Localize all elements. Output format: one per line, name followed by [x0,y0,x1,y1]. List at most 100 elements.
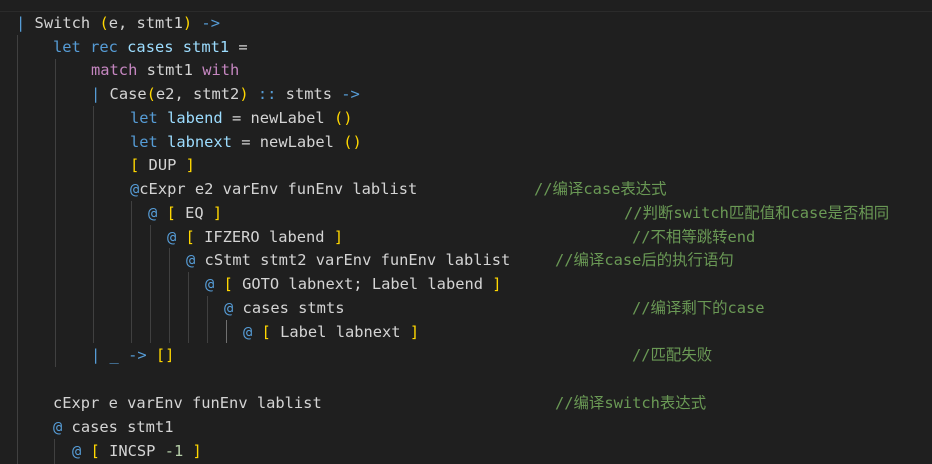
code-token: @ [53,418,72,436]
code-token: | [16,14,35,32]
indent-guide [207,296,208,343]
code-token: e, stmt1 [108,14,183,32]
code-token: newLabel [250,109,325,127]
code-editor[interactable]: | Switch (e, stmt1) -> let rec cases stmt… [0,0,932,464]
code-token: ) [182,14,193,32]
code-line: @ [ IFZERO labend ] [167,225,343,249]
code-token: cExpr e2 varEnv funEnv lablist [139,180,418,198]
indent-guide [55,59,56,367]
code-token: Label labnext [270,323,410,341]
code-comment: //编译case后的执行语句 [555,251,734,269]
indent-guide [150,225,151,343]
code-token: () [333,109,353,127]
code-line: @ cStmt stmt2 varEnv funEnv lablist [186,248,510,272]
code-line: | Switch (e, stmt1) -> [16,11,220,35]
indent-guide [54,439,55,464]
code-token: let [53,38,81,56]
indent-guide [93,106,94,343]
code-token: @ [130,180,140,198]
code-token: IFZERO labend [194,228,334,246]
code-token: @ [224,299,243,317]
code-line: @ cases stmt1 [53,415,173,439]
code-token: = [229,38,248,56]
code-token: ] [333,228,344,246]
code-token: ] [212,204,223,222]
code-token: Switch [34,14,91,32]
code-token: e2, stmt2 [155,85,240,103]
code-token: [ [223,275,233,293]
code-line: @ [ INCSP -1 ] [72,439,202,463]
code-token: @ [167,228,186,246]
code-token: () [343,133,362,151]
code-token: ( [99,14,109,32]
code-token: stmts [285,85,333,103]
code-token: ] [185,156,195,174]
indent-guide [131,201,132,343]
code-line: @ [ Label labnext ] [243,320,419,344]
code-line: @cExpr e2 varEnv funEnv lablist [130,177,417,201]
code-token: ) [239,85,249,103]
code-token: [ [261,323,271,341]
code-token: ] [192,442,202,460]
code-token: with [202,61,240,79]
code-token: cases stmt1 [71,418,174,436]
code-line: let labend = newLabel () [130,106,352,130]
code-line: let labnext = newLabel () [130,130,362,154]
code-line: | Case(e2, stmt2) :: stmts -> [91,82,360,106]
code-token: = [222,109,251,127]
indent-guide [188,272,189,343]
code-line: @ cases stmts [224,296,344,320]
code-token: -> [201,14,220,32]
code-token: DUP [139,156,186,174]
indent-guide [226,320,227,343]
code-token: let [130,133,158,151]
code-token: -1 [164,442,184,460]
code-line: match stmt1 with [91,58,239,82]
code-comment: //不相等跳转end [632,228,756,246]
code-line: let rec cases stmt1 = [53,35,248,59]
code-comment: //匹配失败 [632,346,713,364]
code-token: [] [155,346,175,364]
code-token: ] [409,323,420,341]
code-token: ] [492,275,502,293]
code-line: [ DUP ] [130,153,195,177]
indent-guide [169,248,170,343]
code-token: = [231,133,260,151]
code-token: @ [186,251,205,269]
code-comment: //编译switch表达式 [555,394,707,412]
code-line: @ [ GOTO labnext; Label labend ] [205,272,502,296]
code-token: @ [243,323,262,341]
code-token: let [130,109,158,127]
code-token: [ [166,204,176,222]
code-token: labend [167,109,223,127]
code-token: rec [80,38,128,56]
code-line: @ [ EQ ] [148,201,222,225]
code-line: cExpr e varEnv funEnv lablist [53,391,322,415]
code-token: | [91,346,110,364]
code-token: -> [332,85,360,103]
code-token: stmt1 [182,38,230,56]
code-token: newLabel [259,133,334,151]
code-token: stmt1 [137,61,203,79]
code-token: [ [130,156,140,174]
code-comment: //编译case表达式 [534,180,667,198]
code-token: cStmt stmt2 varEnv funEnv lablist [204,251,511,269]
indent-guide [17,35,18,464]
code-token: :: [248,85,286,103]
code-token: @ [72,442,91,460]
code-token: Case [109,85,147,103]
code-token: @ [148,204,167,222]
code-token: match [91,61,138,79]
code-token: labnext [167,133,232,151]
code-token: ( [146,85,156,103]
code-token: [ [185,228,195,246]
code-token: [ [90,442,100,460]
code-token: -> [118,346,156,364]
code-comment: //编译剩下的case [632,299,765,317]
code-token: | [91,85,110,103]
